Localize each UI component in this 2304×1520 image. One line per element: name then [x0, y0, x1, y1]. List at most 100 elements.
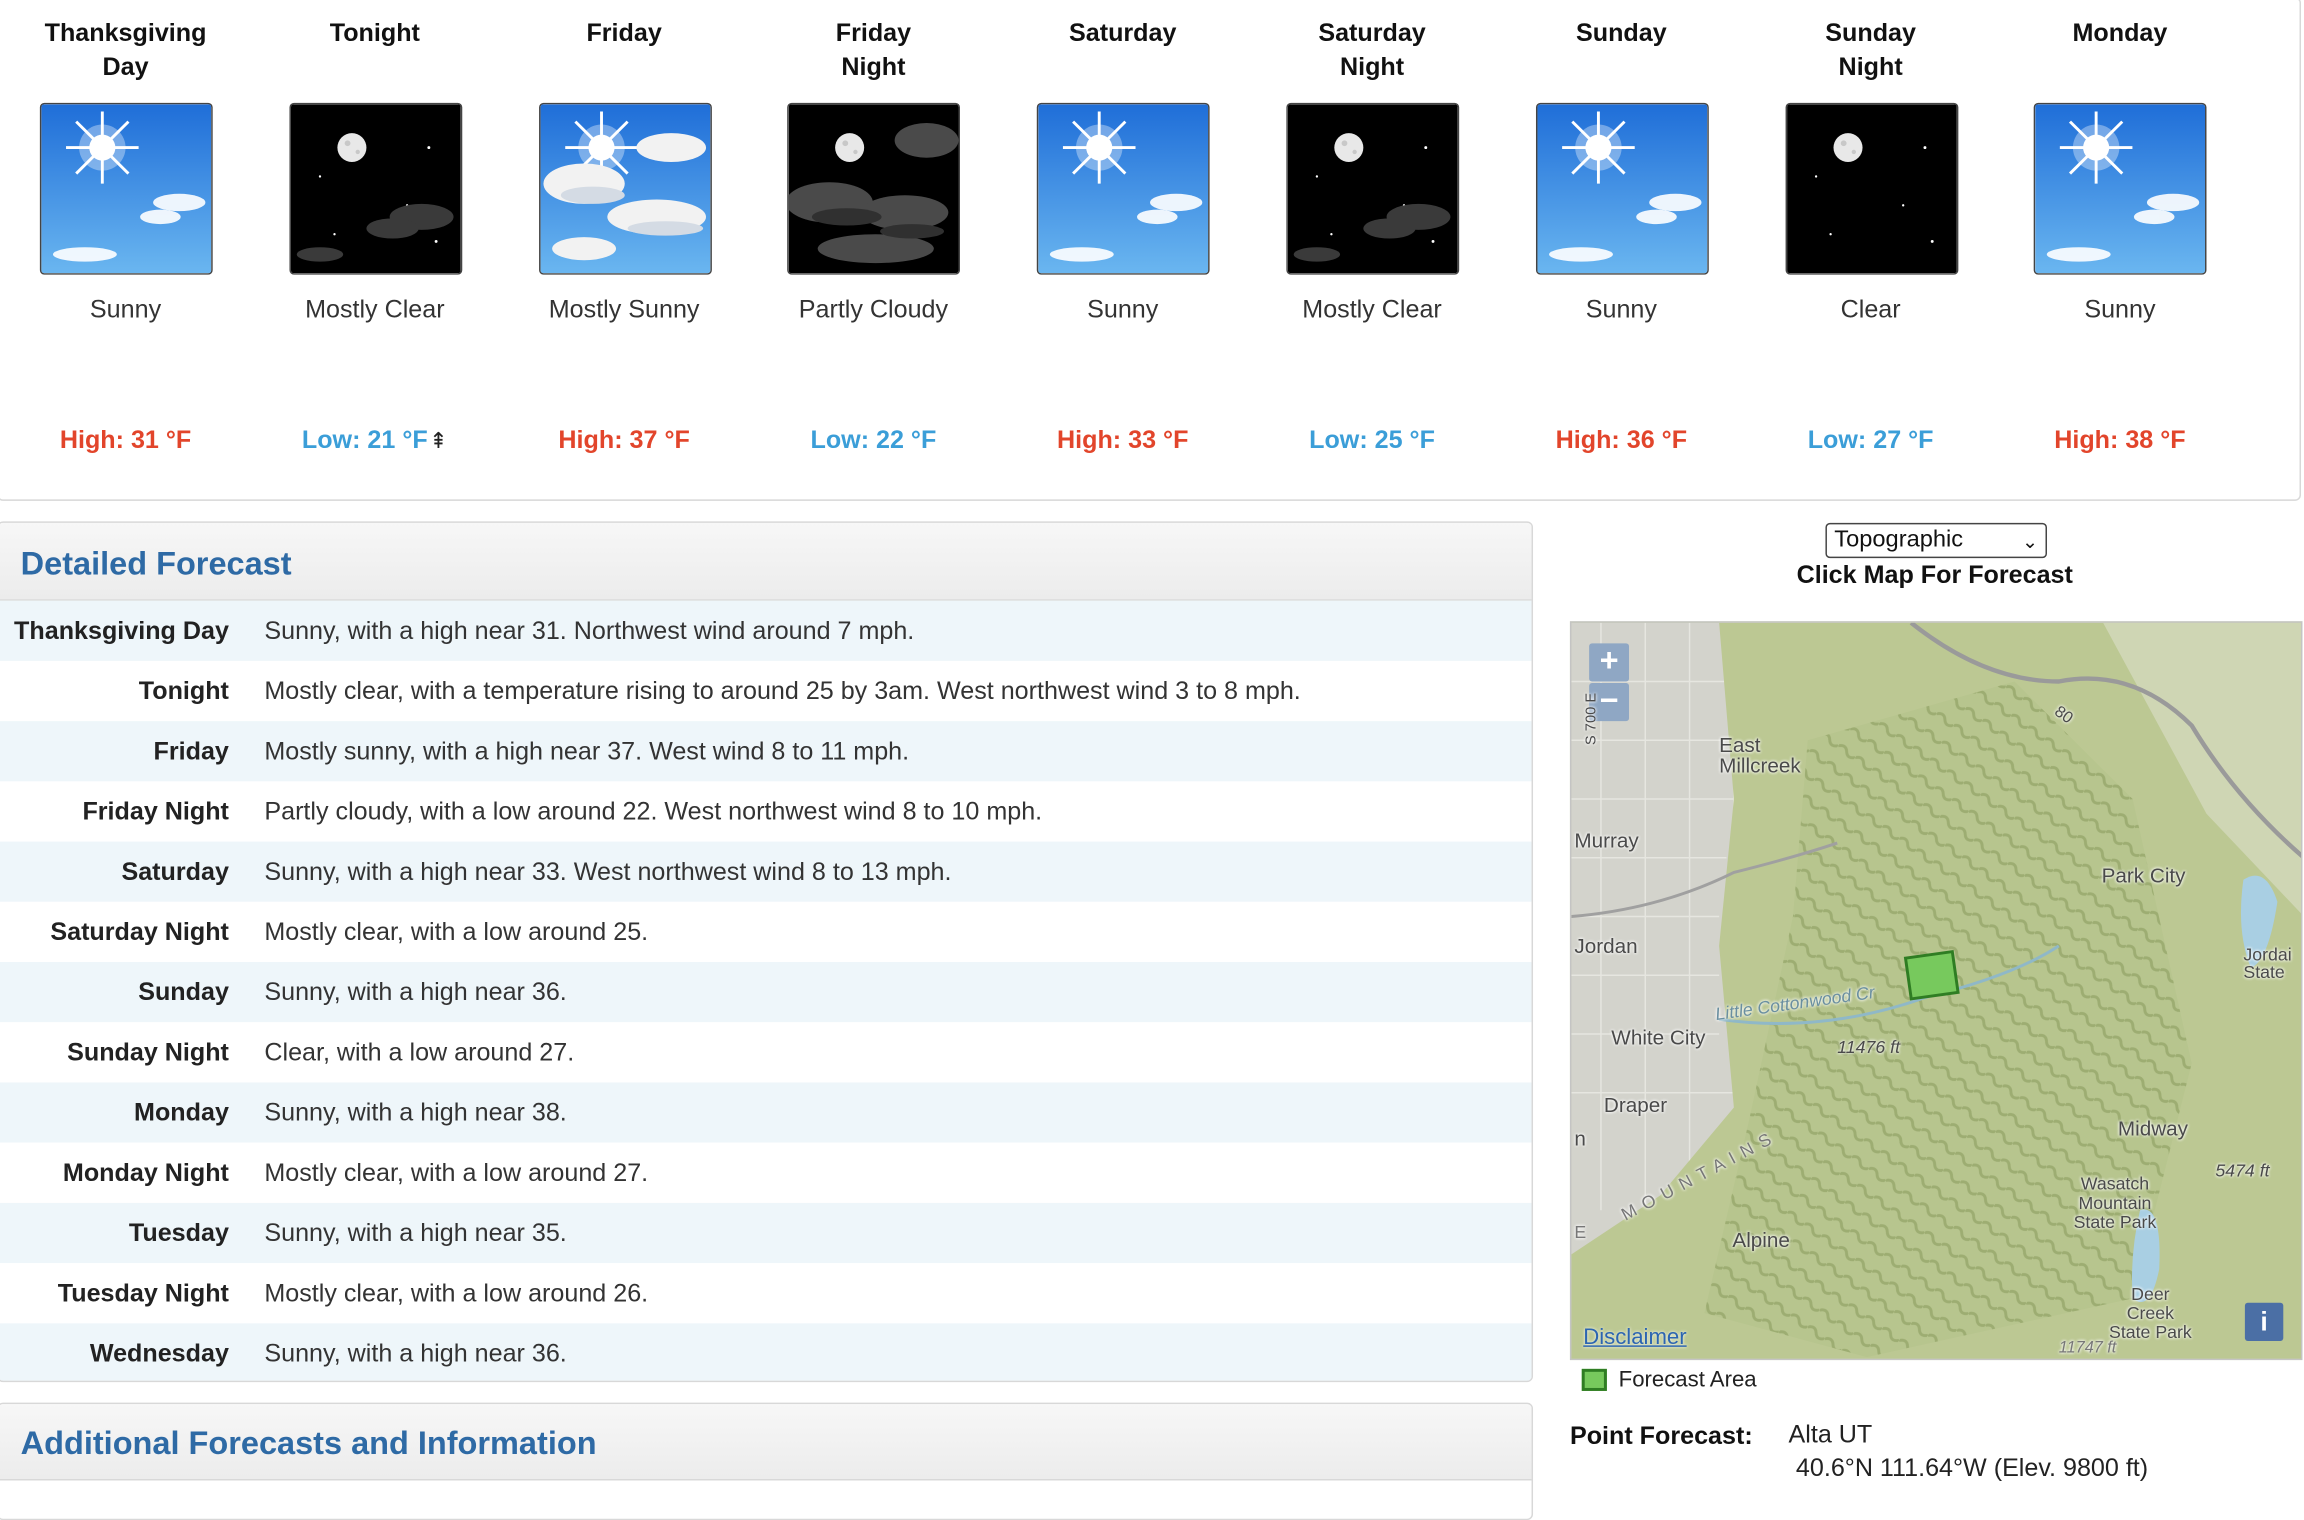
period-temperature: High: 33 °F [1057, 425, 1189, 454]
forecast-period[interactable]: Sunday Night Clear Low: 27 °F [1747, 0, 1995, 498]
forecast-period[interactable]: Saturday Sunny High: 33 °F [999, 0, 1247, 498]
detailed-forecast-text: Mostly sunny, with a high near 37. West … [264, 736, 910, 765]
detailed-forecast-label: Sunday Night [67, 1037, 229, 1066]
detailed-forecast-text: Sunny, with a high near 36. [264, 1338, 567, 1367]
forecast-period[interactable]: Sunday Sunny High: 36 °F [1497, 0, 1745, 498]
forecast-map[interactable]: + − East Millcreek Murray Jordan White C… [1569, 621, 2303, 1361]
forecast-period[interactable]: Monday Sunny High: 38 °F [1996, 0, 2244, 498]
point-forecast-place: Alta UT [1788, 1420, 1873, 1449]
detailed-forecast-label: Tuesday [128, 1218, 229, 1247]
mostly-sunny-icon [538, 102, 712, 275]
detailed-forecast-row: Tuesday Night Mostly clear, with a low ar… [0, 1263, 1532, 1324]
clear-night-icon [1784, 102, 1958, 275]
detailed-forecast-text: Sunny, with a high near 33. West northwe… [264, 857, 952, 885]
detailed-forecast-label: Tuesday Night [57, 1278, 229, 1307]
text-cursor-icon: ⇞ [429, 428, 448, 454]
detailed-forecast-label: Monday Night [62, 1158, 229, 1187]
additional-forecasts-title[interactable]: Additional Forecasts and Information [0, 1404, 1532, 1481]
mostly-clear-night-icon [289, 102, 462, 275]
period-name: Tonight [329, 19, 420, 47]
period-temperature: Low: 25 °F [1309, 425, 1435, 454]
detailed-forecast-text: Sunny, with a high near 35. [264, 1218, 567, 1247]
period-temperature: High: 37 °F [558, 425, 690, 454]
mostly-clear-night-icon [1286, 102, 1460, 275]
detailed-forecast-label: Friday [153, 736, 229, 765]
map-label-jordan: Jordan [1574, 934, 1638, 958]
sunny-icon [1037, 102, 1210, 275]
detailed-forecast-text: Partly cloudy, with a low around 22. Wes… [264, 796, 1043, 825]
detailed-forecast-row: Monday Night Mostly clear, with a low aro… [0, 1142, 1532, 1203]
point-forecast-label: Point Forecast: [1569, 1421, 1753, 1450]
detailed-forecast-text: Sunny, with a high near 36. [264, 977, 567, 1006]
detailed-forecast-row: Tuesday Sunny, with a high near 35. [0, 1202, 1532, 1264]
detailed-forecast-text: Mostly clear, with a temperature rising … [264, 676, 1301, 705]
map-label-s-700-e: S 700 E [1583, 692, 1600, 746]
period-temperature: High: 36 °F [1555, 425, 1688, 454]
zoom-in-button[interactable]: + [1589, 643, 1630, 682]
map-label-elevation-11747: 11747 ft [2058, 1339, 2117, 1358]
map-label-edge-e: E [1574, 1222, 1587, 1243]
chevron-down-icon: ⌄ [2022, 530, 2039, 553]
period-short-forecast: Clear [1840, 295, 1901, 324]
detailed-forecast-row: Friday Night Partly cloudy, with a low ar… [0, 781, 1532, 842]
forecast-period[interactable]: Saturday Night Mostly Clear Low: 25 °F [1248, 0, 1496, 498]
period-name: Saturday [1068, 19, 1177, 47]
map-label-east-millcreek: East Millcreek [1719, 732, 1801, 777]
period-name: Thanksgiving Day [44, 19, 207, 81]
detailed-forecast-label: Saturday Night [50, 917, 229, 946]
period-name: Monday [2072, 19, 2168, 47]
period-temperature: Low: 22 °F [810, 425, 937, 454]
map-info-button[interactable]: i [2244, 1302, 2284, 1341]
detailed-forecast-label: Saturday [121, 857, 229, 885]
map-legend: Forecast Area [1581, 1367, 1757, 1393]
detailed-forecast-text: Sunny, with a high near 38. [264, 1097, 567, 1126]
detailed-forecast-label: Sunday [138, 977, 229, 1006]
detailed-forecast-row: Tonight Mostly clear, with a temperature … [0, 660, 1532, 722]
detailed-forecast-row: Friday Mostly sunny, with a high near 37.… [0, 721, 1532, 782]
map-label-edge-n: n [1574, 1126, 1586, 1151]
period-name: Sunday [1575, 19, 1667, 47]
detailed-forecast-text: Sunny, with a high near 31. Northwest wi… [264, 616, 915, 645]
detailed-forecast-row: Saturday Night Mostly clear, with a low a… [0, 901, 1532, 963]
detailed-forecast-panel: Detailed Forecast Thanksgiving Day Sunny,… [0, 521, 1534, 1383]
additional-forecasts-panel: Additional Forecasts and Information [0, 1402, 1534, 1520]
map-legend-label: Forecast Area [1618, 1367, 1757, 1393]
map-disclaimer-link[interactable]: Disclaimer [1583, 1325, 1686, 1350]
detailed-forecast-row: Saturday Sunny, with a high near 33. West… [0, 841, 1532, 902]
detailed-forecast-label: Wednesday [89, 1338, 229, 1367]
detailed-forecast-row: Monday Sunny, with a high near 38. [0, 1082, 1532, 1143]
detailed-forecast-title: Detailed Forecast [0, 522, 1532, 601]
detailed-forecast-table: Thanksgiving Day Sunny, with a high near … [0, 600, 1532, 1381]
period-name: Friday [586, 19, 662, 47]
period-temperature: Low: 21 °F⇞ [301, 425, 448, 454]
detailed-forecast-label: Friday Night [82, 796, 229, 825]
detailed-forecast-text: Mostly clear, with a low around 27. [264, 1158, 649, 1187]
map-label-alpine: Alpine [1732, 1227, 1790, 1252]
partly-cloudy-night-icon [787, 102, 961, 275]
detailed-forecast-text: Mostly clear, with a low around 26. [264, 1278, 649, 1307]
map-label-deer-creek-state-park: Deer Creek State Park [2109, 1283, 2192, 1343]
forecast-period[interactable]: Thanksgiving Day Sunny High: 31 °F [1, 0, 249, 498]
map-type-select[interactable]: Topographic ⌄ [1825, 522, 2047, 559]
point-forecast-coords: 40.6°N 111.64°W (Elev. 9800 ft) [1795, 1454, 2149, 1482]
sunny-icon [1535, 102, 1709, 275]
period-short-forecast: Mostly Sunny [548, 295, 700, 324]
detailed-forecast-row: Sunday Night Clear, with a low around 27. [0, 1022, 1532, 1083]
map-label-elevation-5474: 5474 ft [2215, 1160, 2270, 1181]
period-short-forecast: Sunny [2084, 295, 2156, 324]
forecast-period[interactable]: Friday Night Partly Cloudy Low: 22 °F [749, 0, 997, 498]
forecast-period[interactable]: Tonight Mostly Clear Low: 21 °F⇞ [251, 0, 499, 498]
period-short-forecast: Mostly Clear [305, 295, 445, 324]
period-short-forecast: Sunny [1585, 295, 1657, 324]
sunny-icon [39, 102, 213, 275]
period-short-forecast: Sunny [1087, 295, 1159, 324]
map-caption: Click Map For Forecast [1796, 561, 2073, 589]
map-label-park-city: Park City [2101, 863, 2186, 888]
forecast-period[interactable]: Friday Mostly Sunny High: 37 °F [500, 0, 748, 498]
detailed-forecast-label: Tonight [138, 676, 229, 705]
forecast-area-swatch [1581, 1368, 1607, 1391]
map-label-midway: Midway [2117, 1116, 2188, 1140]
detailed-forecast-label: Monday [134, 1097, 229, 1126]
detailed-forecast-text: Mostly clear, with a low around 25. [264, 917, 649, 946]
period-name: Friday Night [835, 19, 912, 81]
